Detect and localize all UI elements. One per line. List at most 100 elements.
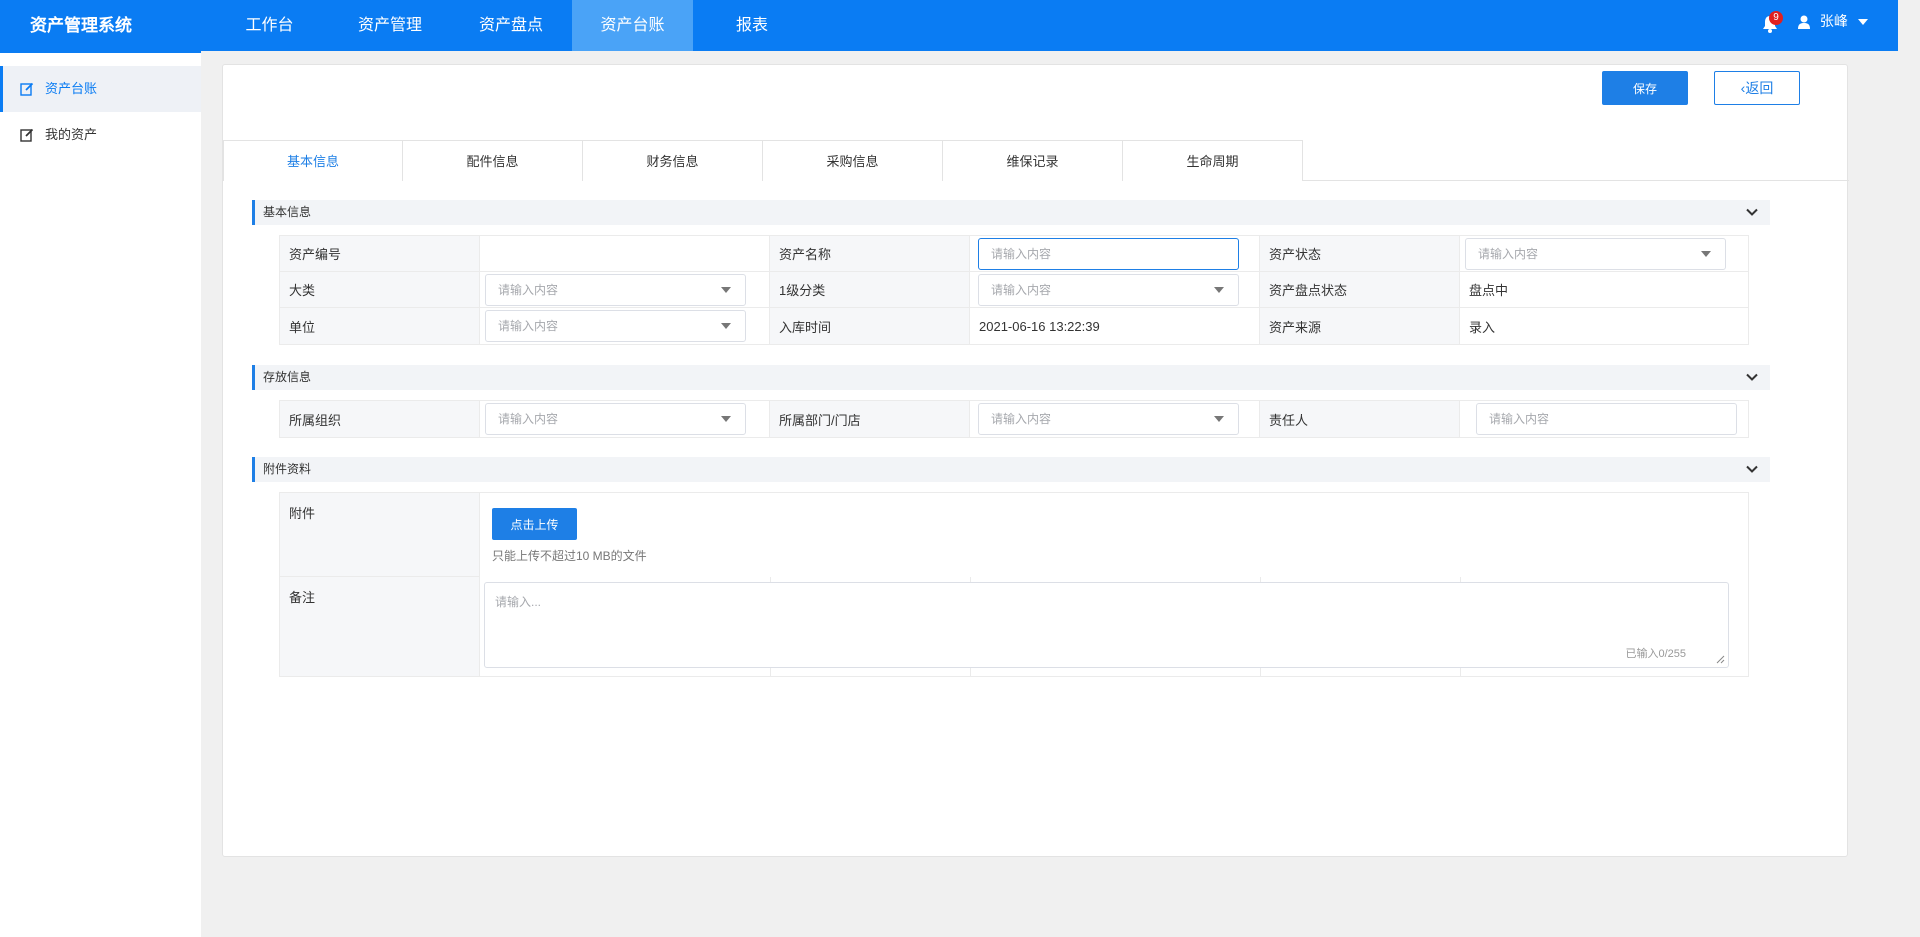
asset-name-input[interactable]: 请输入内容 bbox=[978, 238, 1239, 270]
nav-item-asset-inventory[interactable]: 资产盘点 bbox=[461, 0, 561, 51]
section-header-storage[interactable]: 存放信息 bbox=[252, 365, 1770, 390]
caret-down-icon bbox=[1214, 287, 1224, 293]
department-select[interactable]: 请输入内容 bbox=[978, 403, 1239, 435]
unit-select[interactable]: 请输入内容 bbox=[485, 310, 746, 342]
asset-source-value: 录入 bbox=[1469, 319, 1496, 335]
owner-input[interactable]: 请输入内容 bbox=[1476, 403, 1737, 435]
save-button[interactable]: 保存 bbox=[1602, 71, 1688, 105]
remark-textarea[interactable]: 请输入... 已输入0/255 bbox=[484, 582, 1729, 668]
field-cell: 请输入内容 bbox=[970, 236, 1260, 271]
upload-button[interactable]: 点击上传 bbox=[492, 508, 577, 540]
edit-icon bbox=[20, 128, 34, 142]
basic-info-grid: 资产编号 资产名称 请输入内容 资产状态 请输入内容 大类 请输入内容 1级分类… bbox=[279, 235, 1749, 345]
sidebar-item-asset-ledger[interactable]: 资产台账 bbox=[0, 66, 201, 112]
field-label: 入库时间 bbox=[770, 308, 970, 344]
field-label: 大类 bbox=[280, 272, 480, 307]
field-label: 责任人 bbox=[1260, 401, 1460, 437]
section-title: 基本信息 bbox=[263, 205, 312, 219]
select-placeholder: 请输入内容 bbox=[498, 319, 559, 333]
section-title: 存放信息 bbox=[263, 370, 312, 384]
sidebar: 资产台账 我的资产 bbox=[0, 51, 201, 937]
field-label: 资产名称 bbox=[770, 236, 970, 271]
field-cell: 请输入内容 bbox=[1460, 401, 1748, 437]
nav-item-reports[interactable]: 报表 bbox=[717, 0, 787, 51]
caret-down-icon bbox=[721, 323, 731, 329]
field-cell: 请输入内容 bbox=[1460, 236, 1748, 271]
chevron-down-icon[interactable] bbox=[1746, 208, 1758, 217]
asset-status-select[interactable]: 请输入内容 bbox=[1465, 238, 1726, 270]
back-button[interactable]: ‹返回 bbox=[1714, 71, 1800, 105]
nav-item-asset-ledger[interactable]: 资产台账 bbox=[572, 0, 693, 51]
attachments-grid: 附件 点击上传 只能上传不超过10 MB的文件 备注 请输入... 已输入0/2… bbox=[279, 492, 1749, 677]
select-placeholder: 请输入内容 bbox=[498, 283, 559, 297]
category-select[interactable]: 请输入内容 bbox=[485, 274, 746, 306]
sidebar-item-label: 资产台账 bbox=[45, 81, 98, 96]
sidebar-item-label: 我的资产 bbox=[45, 127, 98, 142]
caret-down-icon bbox=[1701, 251, 1711, 257]
caret-down-icon bbox=[1857, 19, 1868, 26]
section-header-attachments[interactable]: 附件资料 bbox=[252, 457, 1770, 482]
tab-finance-info[interactable]: 财务信息 bbox=[583, 140, 763, 181]
field-label: 所属部门/门店 bbox=[770, 401, 970, 437]
form-row: 备注 请输入... 已输入0/255 bbox=[280, 577, 1748, 676]
user-name: 张峰 bbox=[1819, 13, 1848, 29]
field-label: 资产来源 bbox=[1260, 308, 1460, 344]
tab-purchase-info[interactable]: 采购信息 bbox=[763, 140, 943, 181]
field-label: 所属组织 bbox=[280, 401, 480, 437]
asset-number-value bbox=[480, 236, 770, 271]
form-row: 单位 请输入内容 入库时间 2021-06-16 13:22:39 资产来源 录… bbox=[280, 308, 1748, 344]
user-menu[interactable]: 张峰 bbox=[1798, 0, 1868, 51]
form-row: 资产编号 资产名称 请输入内容 资产状态 请输入内容 bbox=[280, 236, 1748, 272]
select-placeholder: 请输入内容 bbox=[498, 412, 559, 426]
field-label: 备注 bbox=[280, 577, 480, 676]
field-label: 资产编号 bbox=[280, 236, 480, 271]
top-bar: 资产管理系统 工作台 资产管理 资产盘点 资产台账 报表 9 张峰 bbox=[0, 0, 1898, 51]
field-cell: 请输入内容 bbox=[480, 272, 770, 307]
tab-basic-info[interactable]: 基本信息 bbox=[223, 140, 403, 181]
caret-down-icon bbox=[1214, 416, 1224, 422]
sidebar-item-my-assets[interactable]: 我的资产 bbox=[0, 112, 201, 158]
organization-select[interactable]: 请输入内容 bbox=[485, 403, 746, 435]
textarea-placeholder: 请输入... bbox=[495, 595, 542, 609]
chevron-down-icon[interactable] bbox=[1746, 465, 1758, 474]
user-icon bbox=[1798, 15, 1810, 30]
level1-category-select[interactable]: 请输入内容 bbox=[978, 274, 1239, 306]
tab-accessory-info[interactable]: 配件信息 bbox=[403, 140, 583, 181]
field-cell: 请输入内容 bbox=[480, 308, 770, 344]
field-label: 1级分类 bbox=[770, 272, 970, 307]
field-label: 附件 bbox=[280, 493, 480, 576]
asset-detail-panel: 保存 ‹返回 基本信息 配件信息 财务信息 采购信息 维保记录 生命周期 基本信… bbox=[222, 64, 1849, 857]
back-button-label: 返回 bbox=[1745, 80, 1774, 96]
form-row: 附件 点击上传 只能上传不超过10 MB的文件 bbox=[280, 493, 1748, 577]
tab-lifecycle[interactable]: 生命周期 bbox=[1123, 140, 1303, 181]
caret-down-icon bbox=[721, 287, 731, 293]
tab-maintenance-records[interactable]: 维保记录 bbox=[943, 140, 1123, 181]
resize-handle-icon[interactable] bbox=[1716, 655, 1725, 664]
field-label: 单位 bbox=[280, 308, 480, 344]
section-title: 附件资料 bbox=[263, 462, 312, 476]
edit-icon bbox=[20, 82, 34, 96]
select-placeholder: 请输入内容 bbox=[1478, 247, 1539, 261]
char-counter: 已输入0/255 bbox=[1625, 648, 1686, 660]
field-cell: 请输入内容 bbox=[480, 401, 770, 437]
caret-down-icon bbox=[721, 416, 731, 422]
section-header-basic[interactable]: 基本信息 bbox=[252, 200, 1770, 225]
app-title: 资产管理系统 bbox=[30, 16, 132, 35]
field-cell: 请输入内容 bbox=[970, 401, 1260, 437]
field-label: 资产状态 bbox=[1260, 236, 1460, 271]
notification-badge: 9 bbox=[1769, 11, 1783, 25]
select-placeholder: 请输入内容 bbox=[991, 283, 1052, 297]
tab-bar: 基本信息 配件信息 财务信息 采购信息 维保记录 生命周期 bbox=[223, 140, 1849, 181]
nav-item-workbench[interactable]: 工作台 bbox=[226, 0, 313, 51]
field-cell: 请输入内容 bbox=[970, 272, 1260, 307]
nav-item-asset-management[interactable]: 资产管理 bbox=[339, 0, 441, 51]
select-placeholder: 请输入内容 bbox=[991, 412, 1052, 426]
storage-info-grid: 所属组织 请输入内容 所属部门/门店 请输入内容 责任人 请输入内容 bbox=[279, 400, 1749, 438]
inventory-status-value: 盘点中 bbox=[1469, 283, 1509, 298]
form-row: 大类 请输入内容 1级分类 请输入内容 资产盘点状态 盘点中 bbox=[280, 272, 1748, 308]
form-row: 所属组织 请输入内容 所属部门/门店 请输入内容 责任人 请输入内容 bbox=[280, 401, 1748, 437]
field-label: 资产盘点状态 bbox=[1260, 272, 1460, 307]
inbound-time-value: 2021-06-16 13:22:39 bbox=[970, 308, 1260, 344]
chevron-down-icon[interactable] bbox=[1746, 373, 1758, 382]
upload-tip: 只能上传不超过10 MB的文件 bbox=[492, 549, 647, 563]
